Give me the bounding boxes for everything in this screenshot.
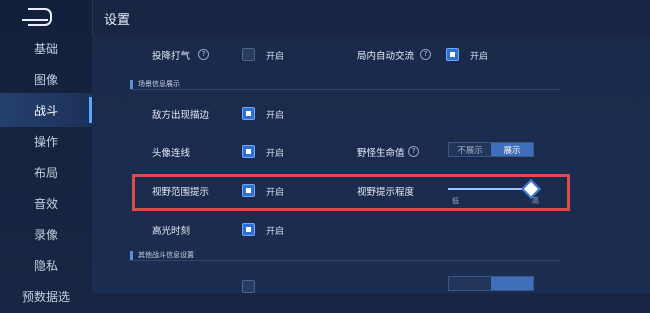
sidebar-item-layout[interactable]: 布局 <box>0 155 92 189</box>
surrender-checkbox[interactable] <box>242 48 255 61</box>
partial-segmented-control <box>448 276 534 291</box>
sidebar-item-label: 操作 <box>33 134 58 149</box>
sidebar-item-label: 录像 <box>33 227 58 242</box>
auto-chat-checkbox[interactable] <box>446 48 459 61</box>
enemy-outline-state-label: 开启 <box>266 111 285 121</box>
sidebar: 基础 图像 战斗 操作 布局 音效 录像 隐私 预数据选 <box>0 0 93 304</box>
section-title: 其他战斗信息设置 <box>138 251 194 259</box>
surrender-state-label: 开启 <box>266 52 285 62</box>
highlight-moment-state-label: 开启 <box>266 227 285 237</box>
auto-chat-label: 局内自动交流 <box>357 51 415 62</box>
sidebar-item-basic[interactable]: 基础 <box>0 31 92 65</box>
sidebar-item-battle[interactable]: 战斗 <box>0 93 92 127</box>
section-header-scene-info: 场景信息展示 <box>130 78 560 90</box>
sidebar-item-controls[interactable]: 操作 <box>0 124 92 158</box>
help-icon[interactable]: ? <box>420 49 431 60</box>
help-icon[interactable]: ? <box>198 49 209 60</box>
sidebar-item-replay[interactable]: 录像 <box>0 217 92 251</box>
settings-panel: 投降打气 ? 开启 局内自动交流 ? 开启 场景信息展示 敌方出现描边 开启 头… <box>92 36 650 293</box>
avatar-line-label: 头像连线 <box>152 148 191 159</box>
section-header-other-battle-info: 其他战斗信息设置 <box>130 249 560 261</box>
highlight-moment-checkbox[interactable] <box>242 223 255 236</box>
enemy-outline-checkbox[interactable] <box>242 107 255 120</box>
highlight-moment-label: 高光时刻 <box>152 226 191 237</box>
surrender-label: 投降打气 <box>152 51 191 62</box>
partial-option[interactable] <box>449 277 491 290</box>
highlight-box <box>132 174 570 211</box>
auto-chat-state-label: 开启 <box>470 52 489 62</box>
sidebar-item-graphics[interactable]: 图像 <box>0 62 92 96</box>
option-hide[interactable]: 不展示 <box>449 143 491 156</box>
sidebar-item-label: 预数据选 <box>21 289 70 304</box>
monster-hp-segmented-control: 不展示 展示 <box>448 142 534 157</box>
page-title: 设置 <box>104 13 131 28</box>
sidebar-item-label: 图像 <box>33 72 58 87</box>
sidebar-item-label: 战斗 <box>33 103 58 118</box>
sidebar-item-label: 基础 <box>33 41 58 56</box>
section-title: 场景信息展示 <box>138 80 180 88</box>
back-icon[interactable] <box>22 8 52 26</box>
sidebar-item-more[interactable]: 预数据选 <box>0 279 92 313</box>
sidebar-item-label: 音效 <box>33 196 58 211</box>
partial-checkbox[interactable] <box>242 280 255 293</box>
sidebar-item-label: 布局 <box>33 165 58 180</box>
sidebar-item-privacy[interactable]: 隐私 <box>0 248 92 282</box>
help-icon[interactable]: ? <box>408 146 419 157</box>
sidebar-item-label: 隐私 <box>33 258 58 273</box>
enemy-outline-label: 敌方出现描边 <box>152 110 210 121</box>
sidebar-item-audio[interactable]: 音效 <box>0 186 92 220</box>
avatar-line-checkbox[interactable] <box>242 145 255 158</box>
avatar-line-state-label: 开启 <box>266 149 285 159</box>
partial-option[interactable] <box>491 277 533 290</box>
option-show[interactable]: 展示 <box>491 143 533 156</box>
monster-hp-label: 野怪生命值 <box>357 148 405 159</box>
